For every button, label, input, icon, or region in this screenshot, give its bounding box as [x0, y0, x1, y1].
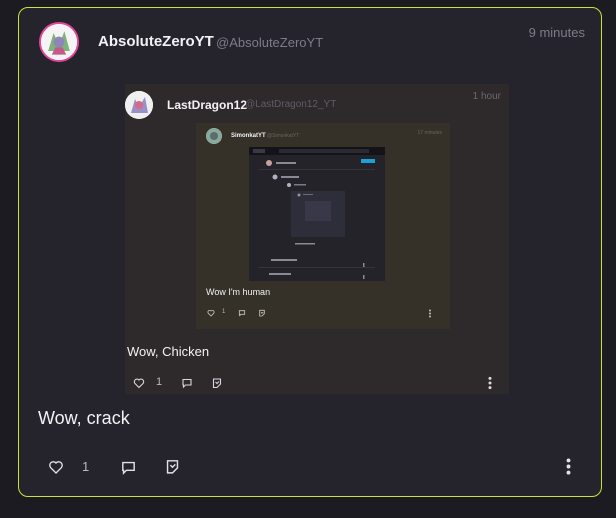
- nested-author-name: SimonkatYT: [231, 133, 266, 139]
- quoted-like-count: 1: [156, 376, 163, 388]
- like-count: 1: [82, 459, 90, 474]
- nested-author-handle: @SimonkatYT: [267, 133, 300, 139]
- nested-like-count: 1: [222, 309, 226, 315]
- quoted-post-text: Wow, Chicken: [127, 344, 210, 359]
- quoted-author-avatar: [125, 91, 153, 119]
- author-name[interactable]: AbsoluteZeroYT: [98, 33, 214, 50]
- quoted-comment-icon[interactable]: [181, 377, 193, 389]
- avatar-image: [41, 24, 77, 60]
- post-timestamp[interactable]: 9 minutes: [529, 25, 585, 40]
- quoted-post[interactable]: LastDragon12 @LastDragon12_YT 1 hour Sim…: [125, 84, 509, 394]
- nested-quoted-post[interactable]: SimonkatYT @SimonkatYT 17 minutes Wow I'…: [196, 123, 450, 329]
- author-handle[interactable]: @AbsoluteZeroYT: [216, 35, 323, 50]
- nested-timestamp: 17 minutes: [417, 130, 442, 136]
- more-icon[interactable]: [566, 458, 571, 475]
- author-avatar[interactable]: [39, 22, 79, 62]
- quoted-quote-icon[interactable]: [211, 377, 223, 389]
- comment-icon[interactable]: [120, 459, 137, 476]
- nested-post-text: Wow I'm human: [206, 287, 271, 297]
- nested-avatar-image: [206, 128, 222, 144]
- quoted-more-icon[interactable]: [487, 376, 493, 390]
- post-card: AbsoluteZeroYT @AbsoluteZeroYT 9 minutes…: [18, 7, 602, 497]
- nested-screenshot: [249, 147, 385, 281]
- nested-heart-icon: [207, 310, 215, 317]
- quoted-timestamp: 1 hour: [472, 91, 501, 102]
- quoted-author-name: LastDragon12: [167, 98, 248, 112]
- nested-screenshot-image: [249, 147, 385, 279]
- nested-author-avatar: [206, 128, 222, 144]
- heart-icon[interactable]: [48, 459, 64, 475]
- quoted-heart-icon[interactable]: [133, 377, 145, 389]
- quote-icon[interactable]: [164, 458, 181, 475]
- post-text: Wow, crack: [38, 408, 130, 428]
- nested-quote-icon: [259, 309, 265, 317]
- nested-more-icon: [429, 309, 431, 318]
- nested-comment-icon: [238, 310, 246, 317]
- quoted-author-handle: @LastDragon12_YT: [245, 99, 337, 110]
- quoted-avatar-image: [125, 91, 153, 119]
